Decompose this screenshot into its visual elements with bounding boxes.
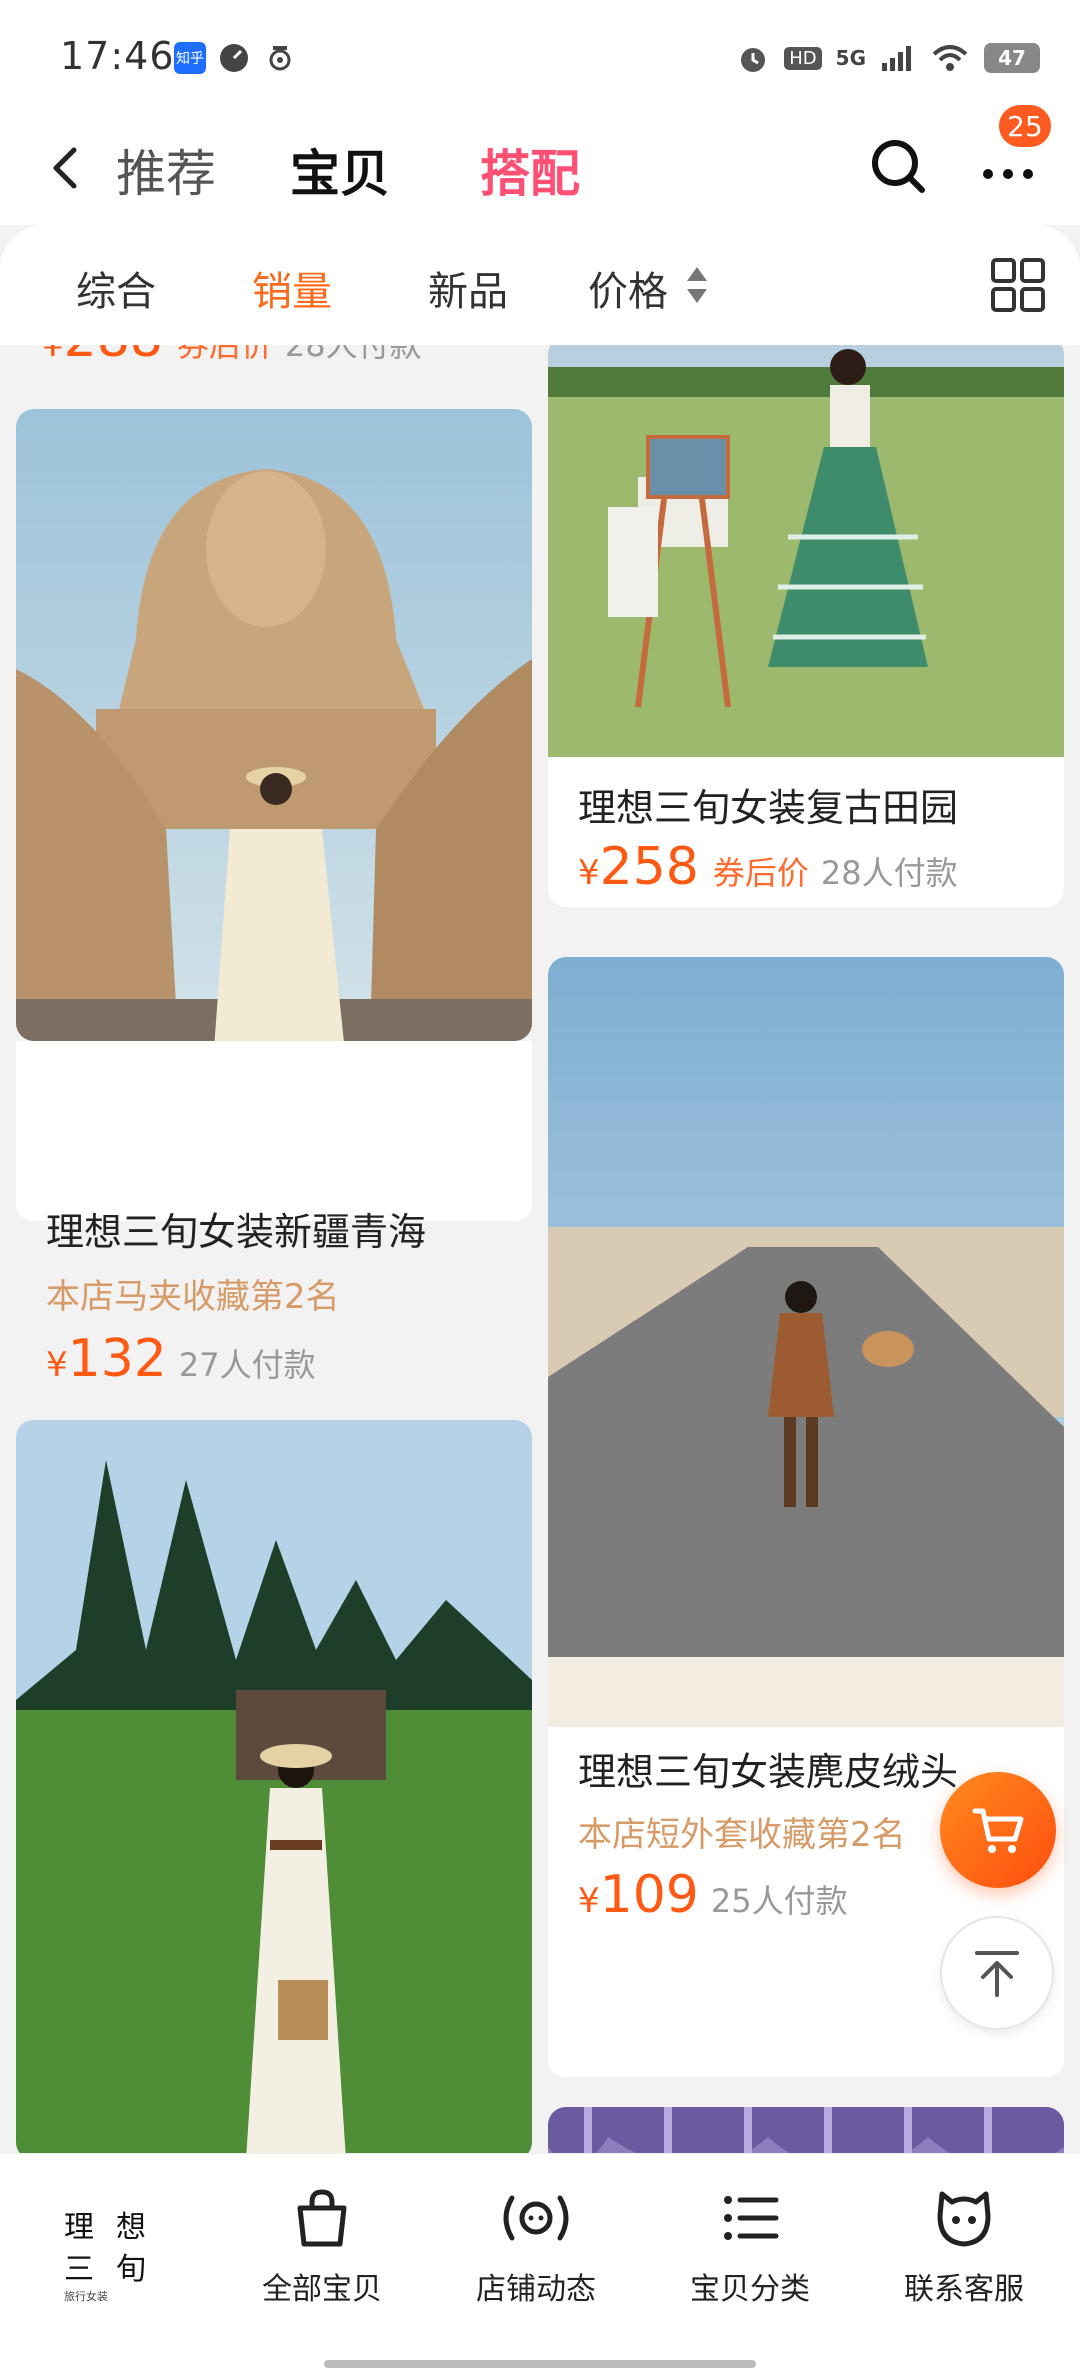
top-nav: 推荐 宝贝 搭配 25 xyxy=(0,102,1080,225)
home-indicator[interactable] xyxy=(324,2360,756,2368)
chat-face-icon xyxy=(937,2191,991,2247)
filter-comprehensive[interactable]: 综合 xyxy=(76,259,156,317)
product-title: 理想三旬女装新疆青海 xyxy=(46,1210,427,1254)
status-bar: 17:46 知乎 HD 5G 47 xyxy=(0,0,1080,110)
back-to-top-button[interactable] xyxy=(940,1916,1054,2030)
wifi-icon xyxy=(932,45,968,71)
product-price: ¥132 27人付款 xyxy=(46,1329,316,1389)
zhihu-icon: 知乎 xyxy=(174,42,206,74)
back-arrow-icon[interactable] xyxy=(40,138,90,198)
filter-sales[interactable]: 销量 xyxy=(252,259,332,317)
network-indicator: 5G xyxy=(835,46,866,70)
cart-icon xyxy=(972,1808,1024,1853)
tab-store-updates[interactable]: 店铺动态 xyxy=(446,2186,626,2336)
previous-item-price: ¥288券后价28人付款 xyxy=(42,345,422,369)
filter-price[interactable]: 价格 xyxy=(588,259,668,317)
tab-recommend[interactable]: 推荐 xyxy=(116,134,216,206)
shop-logo[interactable]: 理 想 三 旬 旅行女装 xyxy=(50,2202,170,2312)
alarm-icon xyxy=(741,48,766,72)
product-title: 理想三旬女装复古田园 xyxy=(578,786,959,830)
broadcast-icon xyxy=(503,2195,569,2241)
tab-all-items[interactable]: 全部宝贝 xyxy=(232,2186,412,2336)
product-card-wisteria[interactable] xyxy=(548,2107,1064,2153)
product-price: ¥258 券后价 28人付款 xyxy=(578,837,958,897)
assistant-icon xyxy=(264,42,296,74)
product-card-xinjiang-info[interactable] xyxy=(16,1041,532,1221)
product-rank: 本店短外套收藏第2名 xyxy=(578,1815,906,1855)
signal-icon xyxy=(882,46,911,71)
grid-view-icon[interactable] xyxy=(990,257,1046,313)
sort-arrows-icon[interactable] xyxy=(684,263,710,307)
product-card-xinjiang[interactable]: 理想三旬女装新疆青海 xyxy=(16,409,532,1041)
product-rank: 本店马夹收藏第2名 xyxy=(46,1277,340,1317)
product-image xyxy=(16,1420,532,2153)
more-icon[interactable] xyxy=(978,144,1038,194)
bottom-bar: 理 想 三 旬 旅行女装 全部宝贝 店铺动态 宝贝分类 联系客服 xyxy=(0,2153,1080,2376)
filter-bar: 综合 销量 新品 价格 xyxy=(0,225,1080,345)
search-icon[interactable] xyxy=(868,136,928,196)
notification-badge: 25 xyxy=(996,102,1054,150)
product-image xyxy=(548,2107,1064,2153)
status-indicators: HD 5G 47 xyxy=(736,38,1040,78)
product-card-forest[interactable] xyxy=(16,1420,532,2153)
tab-items[interactable]: 宝贝 xyxy=(290,134,390,206)
tab-customer-service[interactable]: 联系客服 xyxy=(874,2186,1054,2336)
product-card-pastoral[interactable]: 理想三旬女装复古田园 ¥258 券后价 28人付款 xyxy=(548,345,1064,907)
tab-outfits[interactable]: 搭配 xyxy=(480,134,580,206)
product-image xyxy=(548,345,1064,757)
status-time: 17:46 xyxy=(60,34,175,78)
battery-icon: 47 xyxy=(984,43,1040,73)
filter-new[interactable]: 新品 xyxy=(428,259,508,317)
product-image xyxy=(16,409,532,1041)
speedometer-icon xyxy=(218,42,250,74)
hd-indicator: HD xyxy=(784,46,822,70)
cart-button[interactable] xyxy=(940,1772,1056,1888)
product-image xyxy=(548,957,1064,1727)
product-price: ¥109 25人付款 xyxy=(578,1865,848,1925)
list-icon xyxy=(724,2196,779,2240)
arrow-up-icon xyxy=(975,1951,1019,1997)
shopping-bag-icon xyxy=(297,2189,347,2247)
tab-categories[interactable]: 宝贝分类 xyxy=(660,2186,840,2336)
